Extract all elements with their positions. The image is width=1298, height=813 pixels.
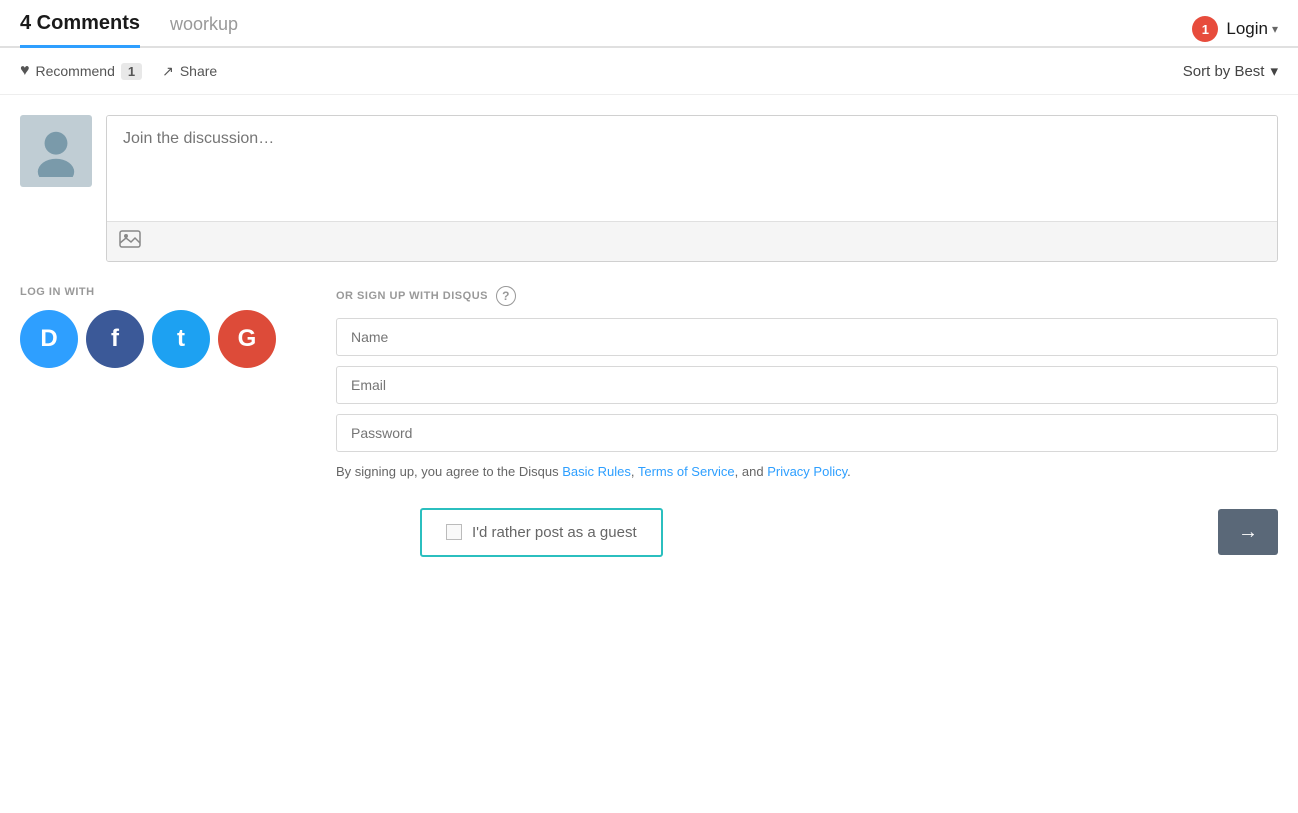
disqus-icon: D bbox=[40, 325, 57, 353]
name-input[interactable] bbox=[336, 318, 1278, 356]
login-button[interactable]: Login ▾ bbox=[1226, 19, 1278, 39]
social-icons: D f t G bbox=[20, 310, 276, 368]
login-label: Login bbox=[1226, 19, 1268, 39]
comment-area bbox=[0, 95, 1298, 262]
header-right: 1 Login ▾ bbox=[1192, 16, 1278, 42]
facebook-login-button[interactable]: f bbox=[86, 310, 144, 368]
arrow-right-icon: → bbox=[1238, 521, 1258, 544]
signup-section: OR SIGN UP WITH DISQUS ? By signing up, … bbox=[336, 286, 1278, 498]
recommend-count: 1 bbox=[121, 63, 142, 80]
twitter-login-button[interactable]: t bbox=[152, 310, 210, 368]
image-icon[interactable] bbox=[119, 230, 141, 253]
signup-label-text: OR SIGN UP WITH DISQUS bbox=[336, 290, 488, 302]
bottom-row: I'd rather post as a guest → bbox=[0, 508, 1298, 577]
toolbar: ♥ Recommend 1 ↗ Share Sort by Best ▾ bbox=[0, 48, 1298, 95]
comment-input[interactable] bbox=[107, 116, 1277, 216]
disqus-login-button[interactable]: D bbox=[20, 310, 78, 368]
guest-checkbox[interactable] bbox=[446, 524, 462, 540]
comment-box bbox=[106, 115, 1278, 262]
privacy-policy-link[interactable]: Privacy Policy bbox=[767, 464, 847, 479]
site-name: woorkup bbox=[170, 14, 238, 45]
recommend-button[interactable]: ♥ Recommend 1 bbox=[20, 62, 142, 80]
notification-badge[interactable]: 1 bbox=[1192, 16, 1218, 42]
twitter-icon: t bbox=[177, 325, 185, 353]
avatar-svg bbox=[30, 125, 82, 177]
sort-button[interactable]: Sort by Best ▾ bbox=[1183, 62, 1278, 80]
login-with-section: LOG IN WITH D f t G bbox=[20, 286, 276, 498]
avatar bbox=[20, 115, 92, 187]
terms-text: By signing up, you agree to the Disqus B… bbox=[336, 462, 1278, 482]
help-icon[interactable]: ? bbox=[496, 286, 516, 306]
login-section: LOG IN WITH D f t G OR SIGN UP WITH DISQ… bbox=[0, 262, 1298, 498]
basic-rules-link[interactable]: Basic Rules bbox=[562, 464, 631, 479]
guest-checkbox-area[interactable]: I'd rather post as a guest bbox=[420, 508, 663, 557]
sort-chevron-icon: ▾ bbox=[1270, 62, 1278, 80]
toolbar-left: ♥ Recommend 1 ↗ Share bbox=[20, 62, 217, 80]
email-input[interactable] bbox=[336, 366, 1278, 404]
comment-input-toolbar bbox=[107, 221, 1277, 261]
guest-label: I'd rather post as a guest bbox=[472, 524, 637, 541]
header: 4 Comments woorkup 1 Login ▾ bbox=[0, 0, 1298, 48]
comments-count: 4 Comments bbox=[20, 12, 140, 48]
signup-label: OR SIGN UP WITH DISQUS ? bbox=[336, 286, 1278, 306]
heart-icon: ♥ bbox=[20, 62, 30, 80]
share-button[interactable]: ↗ Share bbox=[162, 63, 217, 80]
password-input[interactable] bbox=[336, 414, 1278, 452]
login-with-label: LOG IN WITH bbox=[20, 286, 276, 298]
recommend-label: Recommend bbox=[36, 63, 115, 79]
terms-of-service-link[interactable]: Terms of Service bbox=[638, 464, 735, 479]
share-icon: ↗ bbox=[162, 63, 174, 80]
chevron-down-icon: ▾ bbox=[1272, 22, 1278, 36]
sort-label: Sort by Best bbox=[1183, 63, 1265, 80]
google-login-button[interactable]: G bbox=[218, 310, 276, 368]
facebook-icon: f bbox=[111, 325, 119, 353]
google-icon: G bbox=[238, 325, 257, 353]
submit-button[interactable]: → bbox=[1218, 509, 1278, 555]
header-left: 4 Comments woorkup bbox=[20, 12, 238, 46]
share-label: Share bbox=[180, 63, 217, 79]
